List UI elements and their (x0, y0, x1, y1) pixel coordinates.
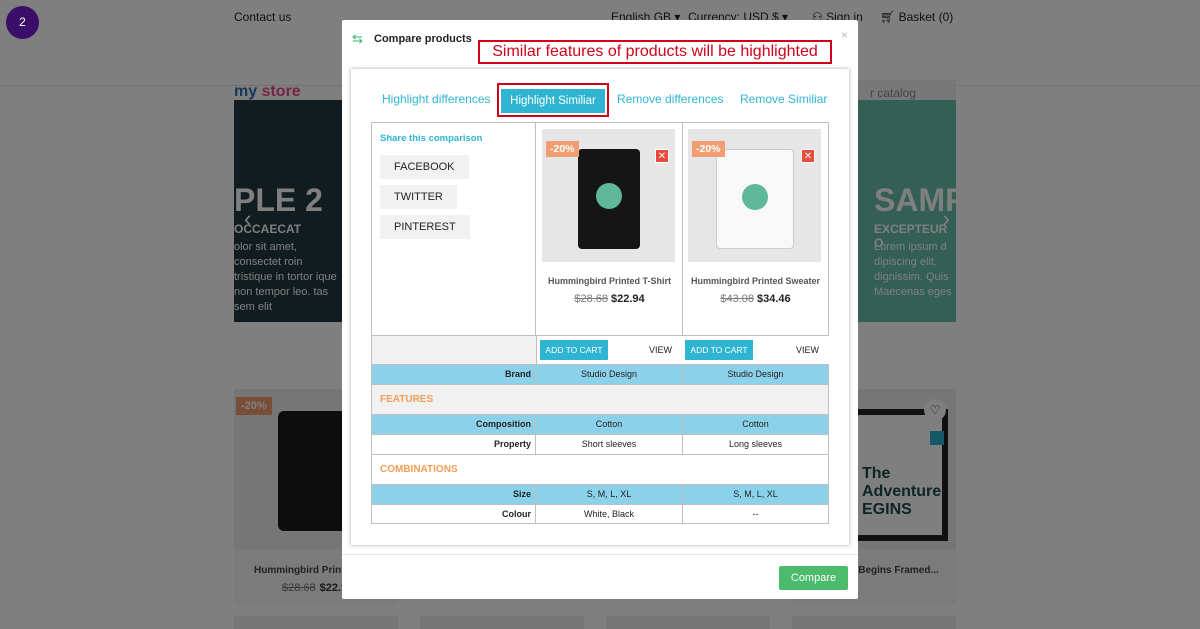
feature-value: S, M, L, XL (733, 489, 778, 499)
view-link[interactable]: VIEW (649, 345, 672, 355)
feature-label: Size (372, 485, 536, 504)
actions-cell: ADD TO CART VIEW (682, 336, 829, 364)
add-to-cart-button[interactable]: ADD TO CART (685, 340, 753, 360)
actions-row: ADD TO CART VIEW ADD TO CART VIEW (372, 335, 829, 364)
feature-label: Composition (372, 415, 536, 434)
remove-product-icon[interactable]: ✕ (655, 149, 669, 163)
current-price: $34.46 (757, 293, 791, 305)
feature-label: Brand (372, 365, 536, 384)
product-image[interactable]: -20% ✕ (542, 129, 675, 262)
add-to-cart-button[interactable]: ADD TO CART (540, 340, 608, 360)
product-image[interactable]: -20% ✕ (688, 129, 821, 262)
share-cell: Share this comparison FACEBOOK TWITTER P… (372, 123, 536, 335)
discount-badge: -20% (692, 141, 725, 157)
remove-similar-button[interactable]: Remove Similiar (740, 92, 827, 106)
compare-products-modal: ⇆ Compare products × Similar features of… (342, 20, 858, 599)
feature-row-brand: Brand Studio Design Studio Design (372, 364, 828, 384)
remove-product-icon[interactable]: ✕ (801, 149, 815, 163)
tshirt-image (578, 149, 640, 249)
comparison-table: Share this comparison FACEBOOK TWITTER P… (371, 122, 829, 524)
annotation-callout: Similar features of products will be hig… (478, 40, 832, 64)
product-name[interactable]: Hummingbird Printed Sweater (682, 276, 829, 286)
product-name[interactable]: Hummingbird Printed T-Shirt (536, 276, 683, 286)
comparison-panel: Highlight differences Highlight Similiar… (351, 69, 849, 545)
feature-value: S, M, L, XL (536, 485, 683, 504)
twitter-share-button[interactable]: TWITTER (380, 185, 457, 209)
product-price: $28.68 $22.94 (536, 293, 683, 305)
feature-value: Cotton (742, 419, 769, 429)
feature-value: Studio Design (536, 365, 683, 384)
sweater-image (716, 149, 794, 249)
old-price: $28.68 (574, 293, 608, 305)
feature-row-colour: Colour White, Black -- (372, 504, 828, 524)
feature-value: Short sleeves (536, 435, 683, 454)
view-link[interactable]: VIEW (796, 345, 819, 355)
pinterest-share-button[interactable]: PINTEREST (380, 215, 470, 239)
feature-label: Colour (372, 505, 536, 524)
facebook-share-button[interactable]: FACEBOOK (380, 155, 469, 179)
feature-value: Cotton (536, 415, 683, 434)
hummingbird-art (596, 183, 622, 209)
modal-footer: Compare (342, 554, 858, 599)
feature-row-property: Property Short sleeves Long sleeves (372, 434, 828, 454)
feature-value: -- (752, 509, 759, 519)
feature-value: Long sleeves (728, 439, 783, 449)
highlight-differences-button[interactable]: Highlight differences (382, 92, 491, 106)
step-counter-badge: 2 (6, 6, 39, 39)
combinations-heading: COMBINATIONS (372, 454, 828, 484)
product-price: $43.08 $34.46 (682, 293, 829, 305)
feature-row-size: Size S, M, L, XL S, M, L, XL (372, 484, 828, 504)
feature-value: Studio Design (727, 369, 784, 379)
product-column-1: -20% ✕ Hummingbird Printed T-Shirt $28.6… (536, 123, 683, 335)
discount-badge: -20% (546, 141, 579, 157)
product-column-2: -20% ✕ Hummingbird Printed Sweater $43.0… (682, 123, 829, 335)
old-price: $43.08 (720, 293, 754, 305)
feature-label: Property (372, 435, 536, 454)
close-icon[interactable]: × (841, 28, 848, 42)
actions-cell: ADD TO CART VIEW (536, 336, 683, 364)
feature-row-composition: Composition Cotton Cotton (372, 414, 828, 434)
hummingbird-art (742, 184, 768, 210)
features-heading: FEATURES (372, 384, 828, 414)
annotation-highlight-box (497, 83, 609, 117)
modal-title: Compare products (374, 33, 472, 45)
compare-arrows-icon: ⇆ (352, 31, 363, 46)
feature-value: White, Black (536, 505, 683, 524)
remove-differences-button[interactable]: Remove differences (617, 92, 724, 106)
compare-button[interactable]: Compare (779, 566, 848, 590)
current-price: $22.94 (611, 293, 645, 305)
share-title: Share this comparison (380, 133, 483, 144)
